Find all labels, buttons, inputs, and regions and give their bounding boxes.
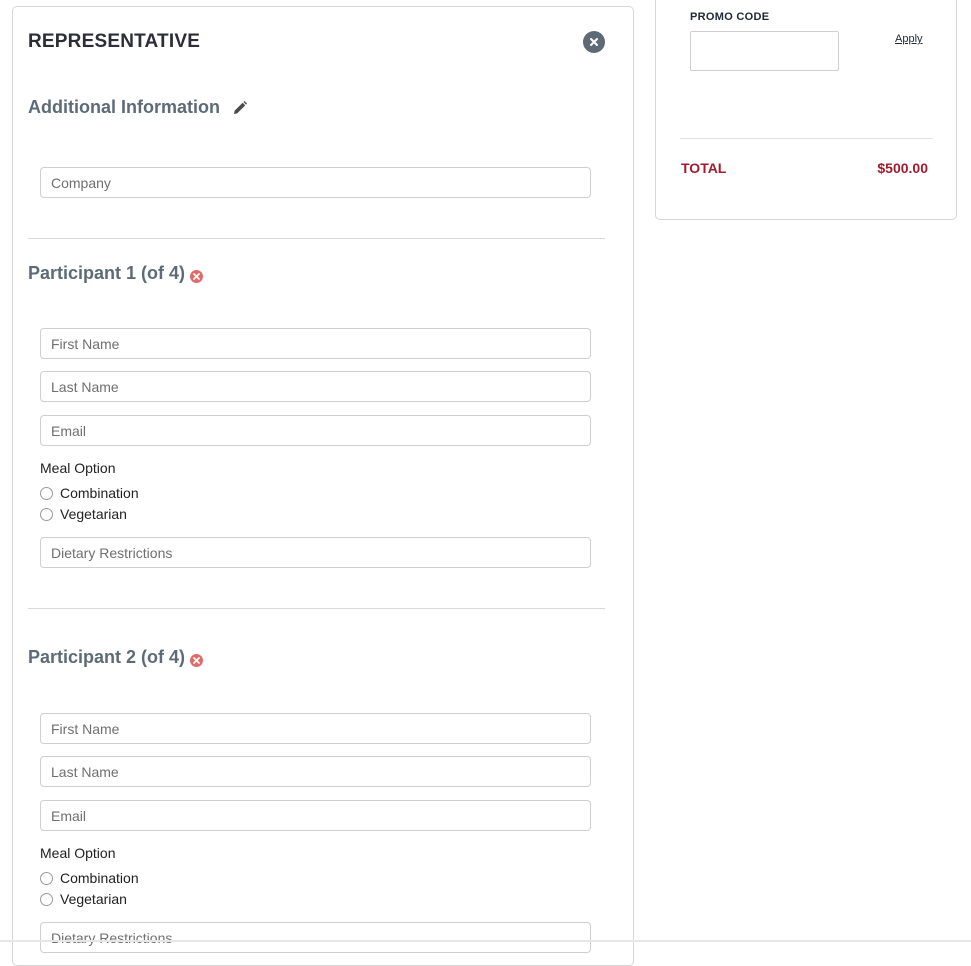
representative-title: REPRESENTATIVE	[28, 31, 201, 52]
p2-email-input[interactable]	[40, 800, 591, 831]
divider	[28, 238, 605, 239]
p2-first-name-input[interactable]	[40, 713, 591, 744]
radio-circle[interactable]	[40, 871, 53, 885]
p1-dietary-input[interactable]	[40, 537, 591, 568]
radio-circle[interactable]	[40, 892, 53, 906]
remove-participant-2-button[interactable]	[190, 651, 204, 667]
p1-last-name-input[interactable]	[40, 371, 591, 402]
p2-meal-option-label: Meal Option	[40, 845, 116, 861]
registration-card: REPRESENTATIVE Additional Information Pa…	[12, 6, 634, 966]
radio-label: Combination	[60, 870, 139, 886]
total-value: $500.00	[877, 160, 928, 176]
company-input[interactable]	[40, 167, 591, 198]
radio-circle[interactable]	[40, 486, 53, 500]
p2-dietary-input[interactable]	[40, 922, 591, 953]
p1-meal-option-label: Meal Option	[40, 460, 116, 476]
additional-info-title: Additional Information	[28, 97, 220, 117]
participant-2-heading: Participant 2 (of 4)	[28, 647, 204, 668]
pencil-icon[interactable]	[232, 100, 248, 116]
promo-code-input[interactable]	[690, 31, 839, 71]
participant-2-title: Participant 2 (of 4)	[28, 647, 186, 667]
p2-meal-radio-combination[interactable]: Combination	[40, 870, 139, 886]
promo-code-label: PROMO CODE	[690, 11, 770, 23]
close-button[interactable]	[583, 31, 605, 53]
radio-circle[interactable]	[40, 507, 53, 521]
close-icon	[590, 38, 598, 46]
additional-info-heading: Additional Information	[28, 97, 248, 118]
summary-divider	[680, 138, 933, 139]
p1-meal-radio-vegetarian[interactable]: Vegetarian	[40, 506, 127, 522]
total-label: TOTAL	[681, 160, 727, 176]
p2-last-name-input[interactable]	[40, 756, 591, 787]
radio-label: Combination	[60, 485, 139, 501]
p2-meal-radio-vegetarian[interactable]: Vegetarian	[40, 891, 127, 907]
p1-email-input[interactable]	[40, 415, 591, 446]
p1-meal-radio-combination[interactable]: Combination	[40, 485, 139, 501]
remove-circle-icon	[190, 654, 204, 667]
radio-label: Vegetarian	[60, 891, 127, 907]
participant-1-heading: Participant 1 (of 4)	[28, 263, 204, 284]
radio-label: Vegetarian	[60, 506, 127, 522]
remove-participant-1-button[interactable]	[190, 267, 204, 283]
order-summary-card: PROMO CODE Apply TOTAL $500.00	[655, 0, 957, 220]
divider	[28, 608, 605, 609]
p1-first-name-input[interactable]	[40, 328, 591, 359]
apply-promo-link[interactable]: Apply	[895, 33, 923, 45]
remove-circle-icon	[190, 270, 204, 283]
participant-1-title: Participant 1 (of 4)	[28, 263, 186, 283]
